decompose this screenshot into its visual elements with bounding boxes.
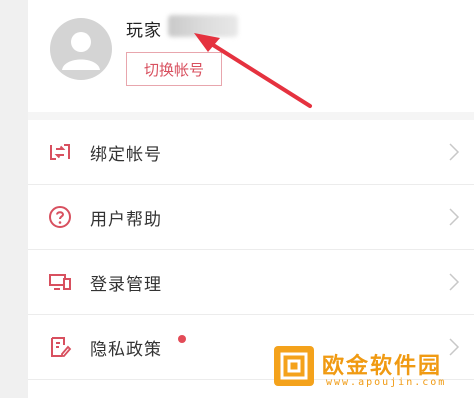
watermark-logo-icon — [274, 346, 314, 386]
player-id-obscured — [168, 15, 238, 37]
avatar-person-icon — [62, 32, 100, 70]
menu-item-label: 登录管理 — [90, 275, 162, 295]
settings-menu: 绑定帐号 用户帮助 登录管理 隐私政策 — [28, 120, 474, 380]
menu-item-user-help[interactable]: 用户帮助 — [28, 185, 474, 250]
menu-item-login-management[interactable]: 登录管理 — [28, 250, 474, 315]
avatar[interactable] — [50, 18, 112, 80]
watermark-title: 欧金软件园 — [322, 354, 443, 379]
switch-account-button[interactable]: 切换帐号 — [126, 52, 222, 86]
watermark-url: www.apoujin.com — [326, 377, 447, 388]
screen: 玩家 切换帐号 绑定帐号 用户帮助 登录管理 隐私政策 欧金软件园 www.ap… — [0, 0, 474, 398]
privacy-edit-icon — [51, 337, 72, 357]
menu-item-label: 隐私政策 — [90, 340, 162, 360]
chevron-right-icon — [449, 208, 460, 226]
left-edge — [0, 0, 28, 398]
chevron-right-icon — [449, 273, 460, 291]
menu-item-label: 绑定帐号 — [90, 145, 162, 165]
help-question-icon — [49, 206, 71, 228]
notification-badge — [178, 335, 186, 343]
profile-header: 玩家 切换帐号 — [28, 0, 474, 112]
player-name: 玩家 — [126, 21, 162, 41]
menu-item-label: 用户帮助 — [90, 210, 162, 230]
account-panel: 玩家 切换帐号 绑定帐号 用户帮助 登录管理 隐私政策 — [28, 0, 474, 398]
devices-icon — [49, 274, 71, 290]
menu-item-bind-account[interactable]: 绑定帐号 — [28, 120, 474, 185]
chevron-right-icon — [449, 143, 460, 161]
bind-account-icon — [50, 144, 70, 160]
watermark: 欧金软件园 www.apoujin.com — [274, 346, 474, 398]
section-divider — [28, 112, 474, 120]
